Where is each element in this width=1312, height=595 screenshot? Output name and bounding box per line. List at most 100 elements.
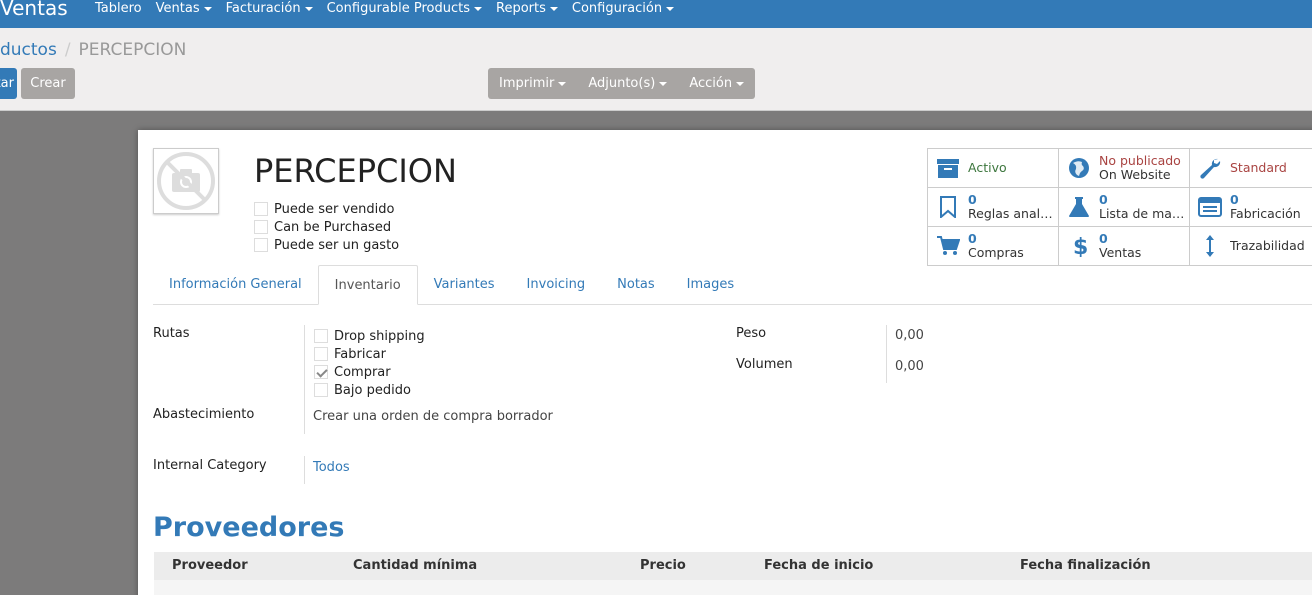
active-toggle-button[interactable]: Activo xyxy=(928,149,1059,188)
route-drop-shipping-row: Drop shipping xyxy=(314,327,425,345)
form-sheet: PERCEPCION Puede ser vendido Can be Purc… xyxy=(138,130,1312,595)
weight-label: Peso xyxy=(736,326,767,341)
tab-informacion-general[interactable]: Información General xyxy=(153,265,318,304)
route-bajo-pedido-checkbox[interactable] xyxy=(314,383,328,397)
smart-value: 0 xyxy=(968,231,977,246)
routes-checkbox-list: Drop shipping Fabricar Comprar Bajo pedi… xyxy=(314,327,425,399)
smart-label: On Website xyxy=(1099,168,1171,182)
product-image[interactable] xyxy=(153,148,219,214)
menu-item-reports[interactable]: Reports xyxy=(489,0,565,28)
column-header-price[interactable]: Precio xyxy=(640,558,686,573)
route-comprar-row: Comprar xyxy=(314,363,425,381)
button-label: Acción xyxy=(689,76,733,91)
field-divider xyxy=(304,325,305,434)
app-title[interactable]: Ventas xyxy=(0,0,68,22)
route-drop-shipping-checkbox[interactable] xyxy=(314,329,328,343)
create-button[interactable]: Crear xyxy=(21,68,75,99)
tab-variantes[interactable]: Variantes xyxy=(418,265,511,304)
smart-label: Activo xyxy=(968,160,1007,175)
expense-ok-checkbox[interactable] xyxy=(254,238,268,252)
caret-down-icon xyxy=(736,81,745,86)
print-dropdown[interactable]: Imprimir xyxy=(488,68,577,99)
arrows-vertical-icon xyxy=(1206,235,1214,257)
table-row[interactable] xyxy=(154,580,1312,595)
column-header-start-date[interactable]: Fecha de inicio xyxy=(764,558,873,573)
tab-invoicing[interactable]: Invoicing xyxy=(511,265,602,304)
field-divider xyxy=(886,325,887,383)
smart-value: 0 xyxy=(1099,231,1108,246)
control-panel: Productos / PERCEPCION Editar Crear Imprim… xyxy=(0,28,1312,111)
purchase-ok-checkbox[interactable] xyxy=(254,220,268,234)
column-header-end-date[interactable]: Fecha finalización xyxy=(1020,558,1151,573)
column-header-min-qty[interactable]: Cantidad mínima xyxy=(353,558,477,573)
caret-down-icon xyxy=(666,6,675,11)
menu-item-tablero[interactable]: Tablero xyxy=(88,0,149,28)
edit-button[interactable]: Editar xyxy=(0,68,17,99)
internal-category-link[interactable]: Todos xyxy=(313,460,350,475)
website-publish-button[interactable]: No publicado On Website xyxy=(1059,149,1190,188)
purchase-ok-checkbox-row: Can be Purchased xyxy=(254,218,399,236)
action-button-group: Imprimir Adjunto(s) Acción xyxy=(488,68,756,99)
menu-label: Configuración xyxy=(571,1,663,16)
menu-item-facturacion[interactable]: Facturación xyxy=(219,0,320,28)
route-comprar-checkbox[interactable] xyxy=(314,365,328,379)
smart-label: Fabricación xyxy=(1230,207,1301,221)
menu-item-ventas[interactable]: Ventas xyxy=(149,0,219,28)
smart-value: 0 xyxy=(1230,192,1239,207)
column-header-vendor[interactable]: Proveedor xyxy=(172,558,248,573)
tab-inventario[interactable]: Inventario xyxy=(317,265,418,305)
checkbox-label: Bajo pedido xyxy=(334,382,411,398)
menu-label: Ventas xyxy=(155,1,200,16)
checkbox-label: Puede ser un gasto xyxy=(274,237,400,253)
caret-down-icon xyxy=(474,6,482,11)
caret-down-icon xyxy=(549,6,558,11)
sale-ok-checkbox-row: Puede ser vendido xyxy=(254,200,399,218)
tab-notas[interactable]: Notas xyxy=(601,265,671,304)
route-fabricar-checkbox[interactable] xyxy=(314,347,328,361)
menu-label: Tablero xyxy=(95,1,142,16)
wrench-icon xyxy=(1200,158,1221,179)
procurement-label: Abastecimiento xyxy=(153,407,255,422)
button-label: Adjunto(s) xyxy=(588,76,656,91)
tab-images[interactable]: Images xyxy=(671,265,751,304)
caret-down-icon xyxy=(203,6,212,11)
checkbox-label: Puede ser vendido xyxy=(274,201,395,217)
svg-text:$: $ xyxy=(1073,235,1088,257)
menu-label: Reports xyxy=(496,1,546,16)
vendors-table-header: Proveedor Cantidad mínima Precio Fecha d… xyxy=(154,552,1312,580)
breadcrumb: Productos / PERCEPCION xyxy=(0,40,186,60)
top-navbar: Ventas Tablero Ventas Facturación Config… xyxy=(0,0,1312,28)
route-fabricar-row: Fabricar xyxy=(314,345,425,363)
purchases-button[interactable]: 0 Compras xyxy=(928,227,1059,266)
action-dropdown[interactable]: Acción xyxy=(678,68,755,99)
smart-label: Ventas xyxy=(1099,246,1142,260)
smart-label: Standard xyxy=(1230,160,1287,175)
traceability-button[interactable]: Trazabilidad xyxy=(1190,227,1312,266)
sale-ok-checkbox[interactable] xyxy=(254,202,268,216)
breadcrumb-parent[interactable]: Productos xyxy=(0,40,57,60)
list-icon xyxy=(1198,197,1222,217)
globe-icon xyxy=(1069,158,1089,178)
smart-buttons: Activo No publicado On Website Standard 0… xyxy=(927,148,1312,266)
caret-down-icon xyxy=(659,81,668,86)
sales-button[interactable]: $ 0 Ventas xyxy=(1059,227,1190,266)
menu-item-configuracion[interactable]: Configuración xyxy=(565,0,681,28)
form-tabs: Información General Inventario Variantes… xyxy=(153,265,1312,305)
smart-value: 0 xyxy=(968,192,977,207)
button-label: Imprimir xyxy=(499,76,555,91)
route-bajo-pedido-row: Bajo pedido xyxy=(314,381,425,399)
manufacturing-button[interactable]: 0 Fabricación xyxy=(1190,188,1312,227)
analytic-rules-button[interactable]: 0Reglas analíticas xyxy=(928,188,1059,227)
smart-label: Trazabilidad xyxy=(1230,239,1305,253)
cost-method-button[interactable]: Standard xyxy=(1190,149,1312,188)
main-menu: Tablero Ventas Facturación Configurable … xyxy=(88,0,681,28)
checkbox-label: Can be Purchased xyxy=(274,219,392,235)
flask-icon xyxy=(1069,197,1089,217)
product-name[interactable]: PERCEPCION xyxy=(254,151,457,191)
attachments-dropdown[interactable]: Adjunto(s) xyxy=(577,68,678,99)
weight-value: 0,00 xyxy=(895,328,924,343)
menu-item-configurable-products[interactable]: Configurable Products xyxy=(320,0,489,28)
expense-ok-checkbox-row: Puede ser un gasto xyxy=(254,236,399,254)
bom-button[interactable]: 0Lista de materiales xyxy=(1059,188,1190,227)
caret-down-icon xyxy=(304,6,313,11)
